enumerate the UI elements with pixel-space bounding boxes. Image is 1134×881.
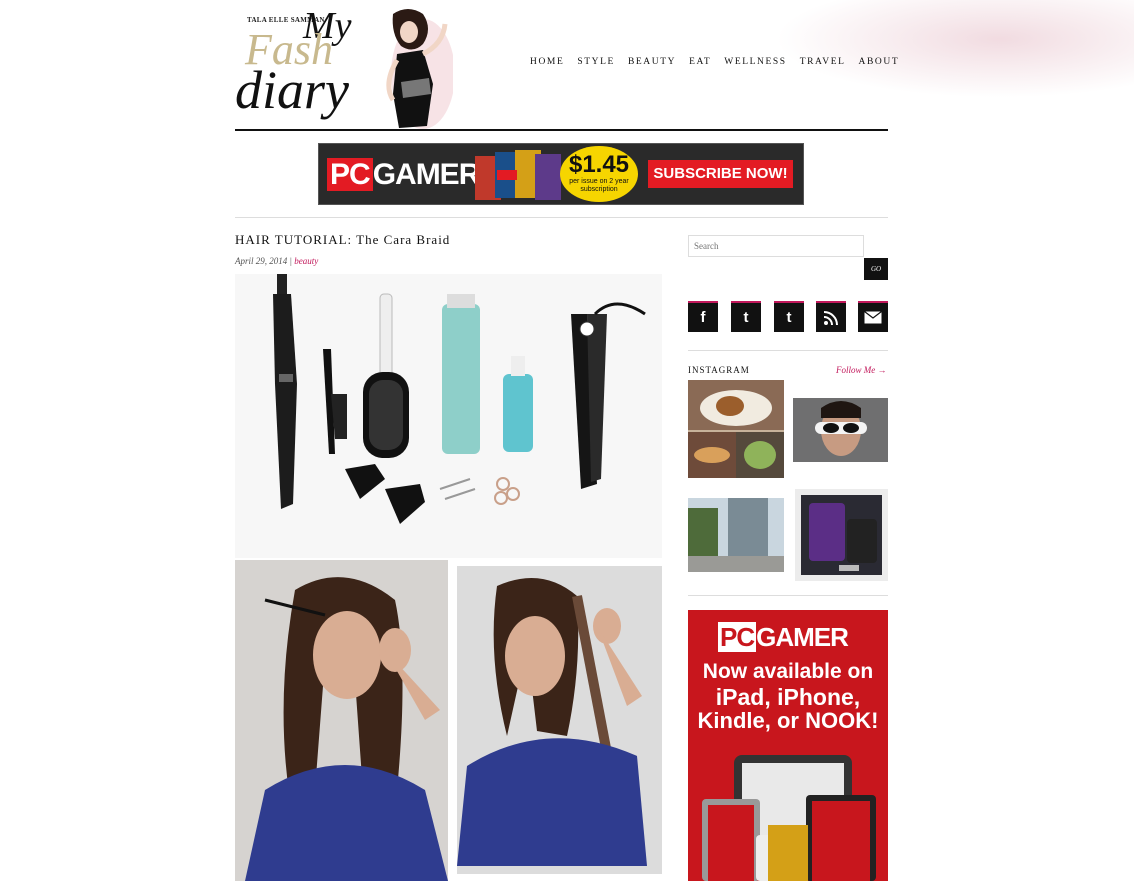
- sidebar-ad-logo-pc: PC: [718, 622, 757, 652]
- tutorial-photo-step-1: [235, 560, 448, 881]
- page: TALA ELLE SAMMAN My Fash diary HOME STYL…: [0, 0, 1134, 881]
- sidebar-ad[interactable]: PCGAMER Now available on iPad, iPhone, K…: [688, 610, 888, 881]
- banner-ad-logo-gamer: GAMER: [372, 158, 481, 191]
- hair-tools-photo: [235, 274, 662, 558]
- facebook-icon[interactable]: f: [688, 301, 718, 332]
- search-go-button[interactable]: GO: [864, 258, 888, 280]
- sidebar-ad-line-1: Now available on: [702, 660, 874, 683]
- price-badge: $1.45 per issue on 2 year subscription: [560, 146, 638, 202]
- header-divider: [235, 129, 888, 131]
- post-title[interactable]: HAIR TUTORIAL: The Cara Braid: [235, 232, 450, 248]
- sidebar-ad-logo-gamer: GAMER: [756, 622, 849, 652]
- sidebar-ad-line-3: Kindle, or NOOK!: [697, 708, 879, 733]
- tumblr-icon[interactable]: t: [774, 301, 804, 332]
- nav-wellness[interactable]: WELLNESS: [724, 57, 786, 67]
- banner-ad-price-note: per issue on 2 year subscription: [569, 178, 629, 193]
- post-date: April 29, 2014: [235, 256, 288, 266]
- header: TALA ELLE SAMMAN My Fash diary HOME STYL…: [235, 0, 1134, 132]
- banner-ad-logo: PC GAMER: [327, 158, 481, 192]
- logo-illustration: [386, 9, 453, 129]
- site-logo[interactable]: TALA ELLE SAMMAN My Fash diary: [235, 4, 453, 129]
- step-2-illustration: [457, 566, 662, 874]
- main-nav: HOME STYLE BEAUTY EAT WELLNESS TRAVEL AB…: [530, 57, 912, 67]
- nav-travel[interactable]: TRAVEL: [800, 57, 846, 67]
- step-1-illustration: [235, 560, 448, 881]
- header-splash-decoration: [775, 0, 1134, 98]
- hair-tools-illustration: [235, 274, 662, 558]
- twitter-icon[interactable]: t: [731, 301, 761, 332]
- magazine-covers-image: [475, 150, 561, 200]
- instagram-follow-link[interactable]: Follow Me →: [836, 365, 887, 375]
- sidebar-divider-2: [688, 595, 888, 596]
- instagram-photo-luggage[interactable]: [795, 489, 888, 581]
- post-meta: April 29, 2014 | beauty: [235, 256, 318, 266]
- banner-ad-logo-pc: PC: [327, 158, 373, 191]
- sidebar-ad-logo: PCGAMER: [718, 622, 849, 653]
- banner-ad-price: $1.45: [568, 151, 630, 178]
- sidebar-ad-devices-image: [702, 755, 876, 881]
- instagram-photo-food[interactable]: [688, 380, 784, 478]
- nav-beauty[interactable]: BEAUTY: [628, 57, 676, 67]
- instagram-photo-sunglasses[interactable]: [793, 398, 888, 462]
- sidebar-ad-line-2: iPad, iPhone,: [715, 684, 861, 710]
- envelope-glyph: [864, 311, 882, 324]
- nav-home[interactable]: HOME: [530, 57, 564, 67]
- email-icon[interactable]: [858, 301, 888, 332]
- instagram-title: INSTAGRAM: [688, 365, 750, 375]
- sunglasses-photo-illustration: [793, 398, 888, 462]
- rss-icon[interactable]: [816, 301, 846, 332]
- sidebar-divider: [688, 350, 888, 351]
- search-input[interactable]: [688, 235, 864, 257]
- post-category-link[interactable]: beauty: [294, 256, 318, 266]
- logo-diary: diary: [235, 60, 349, 120]
- food-photo-illustration: [688, 380, 784, 478]
- banner-ad[interactable]: PC GAMER $1.45 per issue on 2 year subscr…: [318, 143, 804, 205]
- tutorial-photo-step-2: [457, 566, 662, 874]
- nav-style[interactable]: STYLE: [577, 57, 615, 67]
- street-photo-illustration: [688, 498, 784, 572]
- nav-eat[interactable]: EAT: [689, 57, 711, 67]
- instagram-photo-street[interactable]: [688, 498, 784, 572]
- content-divider: [235, 217, 888, 218]
- rss-glyph: [823, 310, 838, 325]
- subscribe-button[interactable]: SUBSCRIBE NOW!: [648, 160, 793, 188]
- luggage-photo-illustration: [795, 489, 888, 581]
- nav-about[interactable]: ABOUT: [859, 57, 900, 67]
